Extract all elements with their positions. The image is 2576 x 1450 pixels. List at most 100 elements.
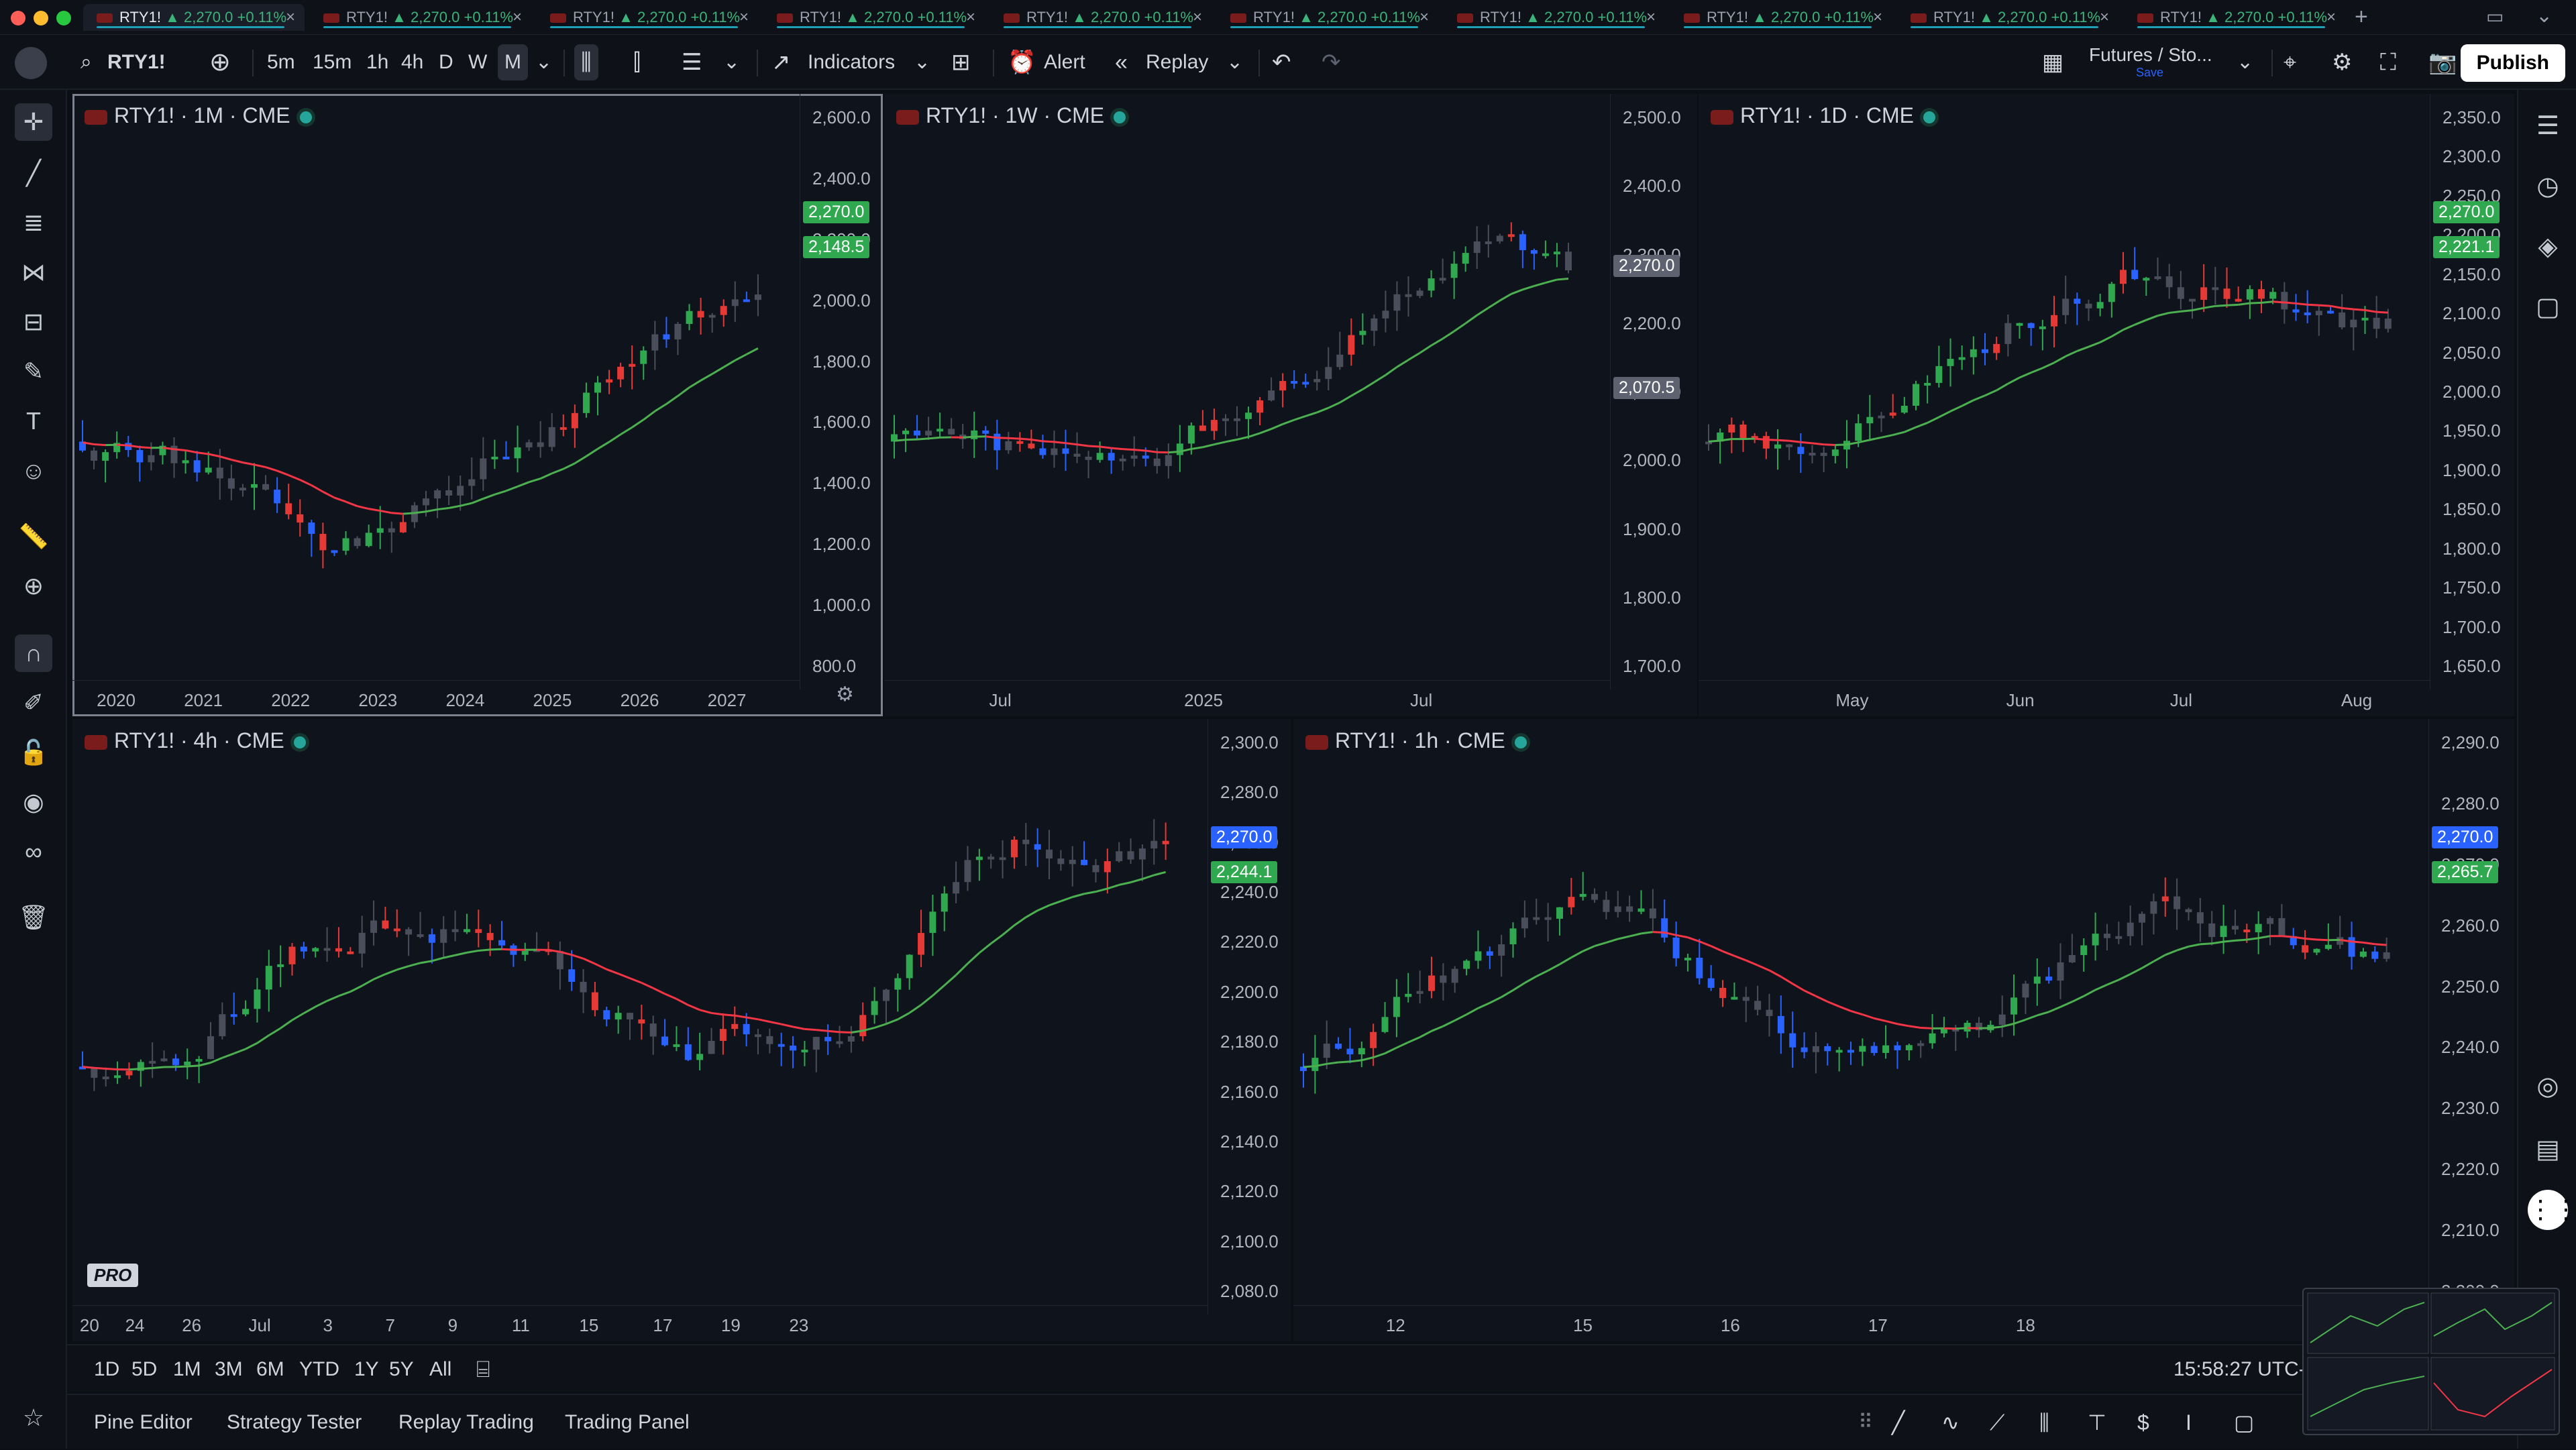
- price-candles[interactable]: [884, 94, 1610, 673]
- interval-m[interactable]: M: [498, 44, 528, 80]
- maximize-window-icon[interactable]: [56, 11, 71, 25]
- chart-legend[interactable]: RTY1! · 1D · CME: [1711, 103, 1935, 128]
- compare-symbol-icon[interactable]: ⊕: [209, 35, 231, 90]
- chart-legend[interactable]: RTY1! · 4h · CME: [85, 728, 306, 753]
- indicators-button[interactable]: Indicators: [808, 35, 895, 90]
- publish-button[interactable]: Publish: [2461, 44, 2565, 82]
- range-3m[interactable]: 3M: [215, 1345, 243, 1394]
- chart-legend[interactable]: RTY1! · 1h · CME: [1305, 728, 1527, 753]
- watchlist-icon[interactable]: ☰: [2528, 106, 2568, 146]
- range-1m[interactable]: 1M: [173, 1345, 201, 1394]
- price-candles[interactable]: [1699, 94, 2430, 673]
- symbol-search[interactable]: RTY1!: [107, 35, 166, 90]
- tradingview-logo[interactable]: PRO: [87, 1264, 138, 1287]
- clock[interactable]: 15:58:27 UTC-: [2174, 1345, 2306, 1394]
- alarm-clock-icon[interactable]: ⏰: [1008, 35, 1036, 90]
- price-axis[interactable]: 2,500.02,400.02,300.02,200.02,100.02,000…: [1610, 94, 1697, 689]
- interval-5m[interactable]: 5m: [267, 35, 295, 90]
- calendar-icon[interactable]: ▤: [2528, 1129, 2568, 1170]
- forecast-icon[interactable]: ⊟: [15, 303, 52, 341]
- range-5y[interactable]: 5Y: [389, 1345, 414, 1394]
- close-tab-icon[interactable]: ×: [1646, 4, 1656, 31]
- path-icon[interactable]: ∿: [1941, 1395, 1960, 1450]
- favorites-star-icon[interactable]: ☆: [15, 1399, 52, 1437]
- search-icon[interactable]: ⌕: [80, 35, 92, 90]
- rewind-icon[interactable]: «: [1115, 35, 1128, 90]
- interval-15m[interactable]: 15m: [313, 35, 352, 90]
- candle-tool-icon[interactable]: ⫼: [2039, 1395, 2049, 1450]
- price-axis[interactable]: 2,350.02,300.02,250.02,200.02,150.02,100…: [2430, 94, 2514, 689]
- browser-tab[interactable]: RTY1! ▲ 2,270.0 +0.11%×: [1217, 4, 1438, 31]
- close-tab-icon[interactable]: ×: [513, 4, 522, 31]
- pattern-icon[interactable]: ⋈: [15, 254, 52, 291]
- range-ytd[interactable]: YTD: [299, 1345, 339, 1394]
- trend-line-icon[interactable]: ╱: [1892, 1395, 1904, 1450]
- lock-drawing-icon[interactable]: ✐: [15, 684, 52, 722]
- alert-button[interactable]: Alert: [1044, 35, 1085, 90]
- range-5d[interactable]: 5D: [131, 1345, 157, 1394]
- interval-d[interactable]: D: [439, 35, 453, 90]
- text-box-icon[interactable]: ⊤: [2088, 1395, 2106, 1450]
- price-candles[interactable]: [72, 94, 800, 673]
- eye-icon[interactable]: ◉: [15, 783, 52, 821]
- settings-gear-icon[interactable]: ⚙: [2332, 35, 2352, 90]
- chat-icon[interactable]: ▢: [2528, 287, 2568, 327]
- chevron-down-icon[interactable]: ⌄: [1226, 35, 1243, 90]
- new-tab-icon[interactable]: +: [2355, 4, 2368, 30]
- range-all[interactable]: All: [429, 1345, 451, 1394]
- tab-trading-panel[interactable]: Trading Panel: [565, 1395, 690, 1450]
- range-1d[interactable]: 1D: [94, 1345, 119, 1394]
- layers-icon[interactable]: ◈: [2528, 227, 2568, 267]
- zoom-in-icon[interactable]: ⊕: [15, 567, 52, 605]
- close-window-icon[interactable]: [11, 11, 25, 25]
- layout-grid-icon[interactable]: ⊞: [951, 35, 971, 90]
- camera-icon[interactable]: 📷: [2428, 35, 2457, 90]
- fib-retracement-icon[interactable]: ≣: [15, 204, 52, 241]
- indicators-icon[interactable]: ↗: [771, 35, 791, 90]
- tab-replay-trading[interactable]: Replay Trading: [398, 1395, 534, 1450]
- rectangle-icon[interactable]: ▢: [2234, 1395, 2254, 1450]
- price-axis[interactable]: 2,300.02,280.02,260.02,240.02,220.02,200…: [1208, 719, 1291, 1315]
- ruler-icon[interactable]: 📏: [15, 518, 52, 555]
- chart-panel-monthly[interactable]: RTY1! · 1M · CME 2,600.02,400.02,200.02,0…: [72, 94, 883, 716]
- browser-tab[interactable]: RTY1! ▲ 2,270.0 +0.11%×: [1897, 4, 2118, 31]
- close-tab-icon[interactable]: ×: [1873, 4, 1882, 31]
- price-candles[interactable]: [72, 719, 1208, 1298]
- browser-tab[interactable]: RTY1! ▲ 2,270.0 +0.11%×: [310, 4, 531, 31]
- apps-grid-icon[interactable]: ⋮⋮: [2528, 1190, 2568, 1230]
- magnet-icon[interactable]: ∩: [15, 634, 52, 672]
- browser-tab[interactable]: RTY1! ▲ 2,270.0 +0.11%×: [763, 4, 985, 31]
- browser-tab[interactable]: RTY1! ▲ 2,270.0 +0.11%×: [990, 4, 1212, 31]
- tab-strategy-tester[interactable]: Strategy Tester: [227, 1395, 362, 1450]
- indicator-templates-icon[interactable]: ⫿: [633, 35, 641, 90]
- chart-panel-h4[interactable]: RTY1! · 4h · CME 2,300.02,280.02,260.02,2…: [72, 719, 1291, 1341]
- price-axis[interactable]: 2,600.02,400.02,200.02,000.01,800.01,600…: [800, 94, 883, 689]
- tab-pine-editor[interactable]: Pine Editor: [94, 1395, 193, 1450]
- time-axis[interactable]: 20202021202220232024202520262027: [72, 680, 800, 716]
- close-tab-icon[interactable]: ×: [1419, 4, 1429, 31]
- axis-settings-icon[interactable]: ⚙: [836, 683, 854, 706]
- close-tab-icon[interactable]: ×: [966, 4, 975, 31]
- chart-legend[interactable]: RTY1! · 1M · CME: [85, 103, 312, 128]
- price-axis[interactable]: 2,290.02,280.02,270.02,260.02,250.02,240…: [2428, 719, 2514, 1315]
- chevron-down-icon[interactable]: ⌄: [723, 35, 740, 90]
- candles-icon[interactable]: ⫼: [574, 44, 598, 80]
- browser-tab[interactable]: RTY1! ▲ 2,270.0 +0.11%×: [83, 4, 305, 31]
- chart-legend[interactable]: RTY1! · 1W · CME: [896, 103, 1126, 128]
- drag-handle-icon[interactable]: ⠿: [1858, 1395, 1873, 1450]
- minimize-window-icon[interactable]: [34, 11, 48, 25]
- tab-overview-icon[interactable]: ⌄: [2536, 4, 2553, 27]
- avatar[interactable]: [15, 47, 47, 79]
- time-axis[interactable]: Jul2025Jul: [884, 680, 1610, 716]
- close-tab-icon[interactable]: ×: [1193, 4, 1202, 31]
- close-tab-icon[interactable]: ×: [2326, 4, 2336, 31]
- replay-button[interactable]: Replay: [1146, 35, 1208, 90]
- crosshair-icon[interactable]: ✛: [15, 103, 52, 141]
- interval-1h[interactable]: 1h: [366, 35, 388, 90]
- sidebar-toggle-icon[interactable]: ▭: [2486, 5, 2504, 27]
- browser-tab[interactable]: RTY1! ▲ 2,270.0 +0.11%×: [2124, 4, 2345, 31]
- time-axis[interactable]: 202426Jul3791115171923: [72, 1305, 1208, 1341]
- price-candles[interactable]: [1293, 719, 2428, 1298]
- text-cursor-icon[interactable]: I: [2186, 1395, 2192, 1450]
- chart-panel-weekly[interactable]: RTY1! · 1W · CME 2,500.02,400.02,300.02,2…: [884, 94, 1697, 716]
